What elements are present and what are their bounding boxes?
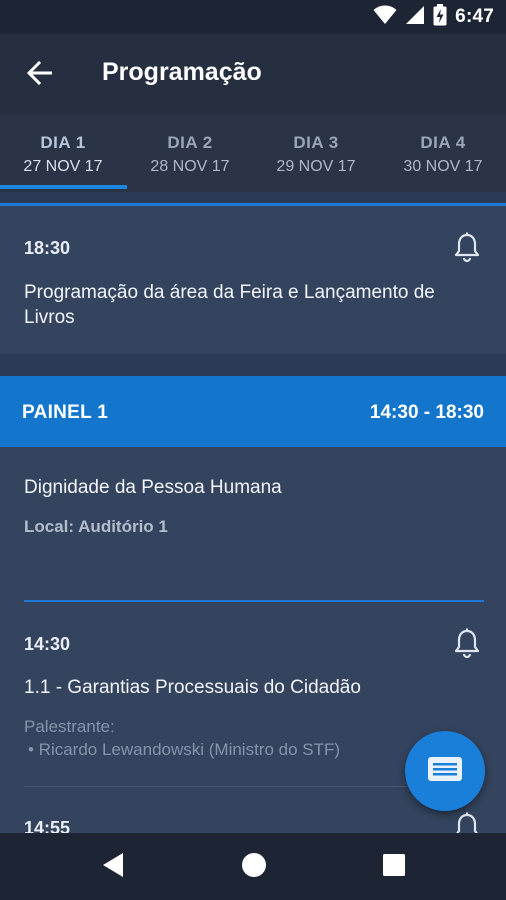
list-card-icon bbox=[427, 756, 463, 787]
panel-name: PAINEL 1 bbox=[22, 402, 109, 423]
square-recents-icon bbox=[382, 853, 406, 882]
session-time: 14:30 bbox=[24, 634, 71, 654]
tab-date: 29 NOV 17 bbox=[276, 158, 356, 175]
nav-back-button[interactable] bbox=[96, 851, 130, 883]
session-title: 1.1 - Garantias Processuais do Cidadão bbox=[24, 677, 361, 698]
panel-header[interactable]: PAINEL 1 14:30 - 18:30 bbox=[0, 376, 506, 447]
status-bar: 6:47 bbox=[0, 0, 506, 34]
bell-icon[interactable] bbox=[451, 231, 483, 263]
tab-date: 27 NOV 17 bbox=[23, 158, 103, 175]
tab-date: 28 NOV 17 bbox=[150, 158, 230, 175]
signal-icon bbox=[405, 5, 425, 30]
day-tabs: DIA 1 27 NOV 17 DIA 2 28 NOV 17 DIA 3 29… bbox=[0, 114, 506, 192]
status-icons: 6:47 bbox=[373, 0, 494, 34]
tab-label: DIA 2 bbox=[167, 133, 213, 152]
tab-date: 30 NOV 17 bbox=[403, 158, 483, 175]
active-tab-indicator bbox=[0, 185, 127, 189]
event-title: Programação da área da Feira e Lançament… bbox=[24, 282, 435, 328]
nav-recents-button[interactable] bbox=[377, 851, 411, 883]
tab-dia-2[interactable]: DIA 2 28 NOV 17 bbox=[127, 114, 253, 192]
panel-topic: Dignidade da Pessoa Humana bbox=[24, 477, 282, 498]
battery-charging-icon bbox=[433, 3, 447, 31]
tab-label: DIA 4 bbox=[420, 133, 466, 152]
event-time: 18:30 bbox=[24, 238, 71, 258]
event-card[interactable]: 18:30 Programação da área da Feira e Lan… bbox=[0, 206, 506, 354]
speaker-label: Palestrante: bbox=[24, 717, 115, 736]
panel-time-range: 14:30 - 18:30 bbox=[369, 402, 484, 423]
panel-divider bbox=[24, 600, 484, 602]
schedule-fab-button[interactable] bbox=[405, 731, 485, 811]
page-title: Programação bbox=[102, 58, 262, 86]
tab-label: DIA 1 bbox=[40, 133, 86, 152]
circle-home-icon bbox=[241, 852, 267, 883]
status-time: 6:47 bbox=[455, 6, 494, 27]
app-bar: Programação bbox=[0, 34, 506, 114]
back-button[interactable] bbox=[22, 60, 56, 90]
bell-icon[interactable] bbox=[451, 627, 483, 659]
arrow-left-icon bbox=[26, 60, 53, 90]
tab-dia-4[interactable]: DIA 4 30 NOV 17 bbox=[380, 114, 506, 192]
tab-dia-1[interactable]: DIA 1 27 NOV 17 bbox=[0, 114, 126, 192]
system-nav-bar bbox=[0, 833, 506, 900]
tab-label: DIA 3 bbox=[293, 133, 339, 152]
nav-home-button[interactable] bbox=[237, 851, 271, 883]
tab-dia-3[interactable]: DIA 3 29 NOV 17 bbox=[253, 114, 379, 192]
wifi-icon bbox=[373, 5, 397, 30]
speaker-name: • Ricardo Lewandowski (Ministro do STF) bbox=[28, 740, 341, 759]
panel-local: Local: Auditório 1 bbox=[24, 517, 168, 536]
triangle-back-icon bbox=[101, 852, 125, 883]
